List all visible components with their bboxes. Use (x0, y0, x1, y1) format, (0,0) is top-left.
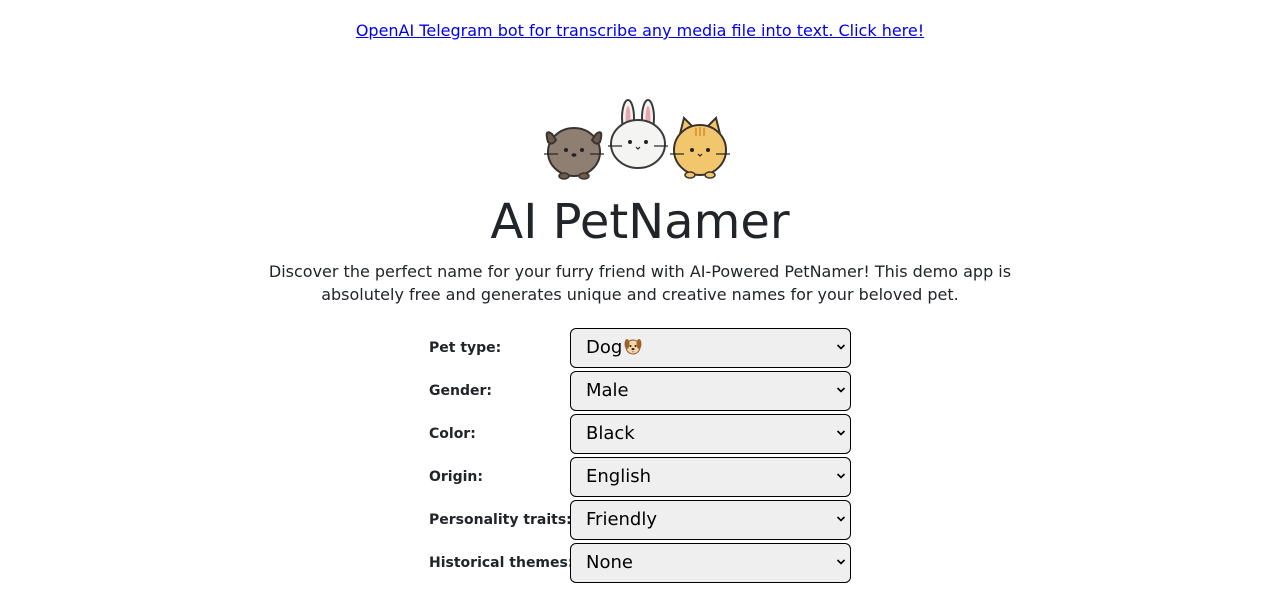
page-description: Discover the perfect name for your furry… (268, 262, 1012, 304)
origin-value: English (586, 466, 651, 487)
historical-label: Historical themes: (429, 555, 574, 571)
historical-select[interactable]: None (570, 543, 851, 583)
origin-row: Origin: English (429, 457, 859, 497)
color-select[interactable]: Black (570, 414, 851, 454)
cat-icon (670, 116, 730, 179)
color-row: Color: Black (429, 414, 859, 454)
personality-select[interactable]: Friendly (570, 500, 851, 540)
color-value: Black (586, 423, 635, 444)
personality-row: Personality traits: Friendly (429, 500, 859, 540)
gender-label: Gender: (429, 383, 492, 399)
telegram-bot-link[interactable]: OpenAI Telegram bot for transcribe any m… (356, 21, 924, 40)
pet-type-label: Pet type: (429, 340, 502, 356)
chevron-down-icon (836, 344, 846, 350)
chevron-down-icon (836, 559, 846, 565)
pet-type-select[interactable]: Dog (570, 328, 851, 368)
historical-value: None (586, 552, 633, 573)
origin-select[interactable]: English (570, 457, 851, 497)
pet-type-value: Dog (586, 337, 623, 358)
page: OpenAI Telegram bot for transcribe any m… (0, 0, 1280, 600)
historical-row: Historical themes: None (429, 543, 859, 583)
gender-row: Gender: Male (429, 371, 859, 411)
chevron-down-icon (836, 387, 846, 393)
pet-type-row: Pet type: Dog (429, 328, 859, 368)
personality-label: Personality traits: (429, 512, 572, 528)
bunny-icon (608, 99, 668, 169)
color-label: Color: (429, 426, 476, 442)
chevron-down-icon (836, 473, 846, 479)
origin-label: Origin: (429, 469, 483, 485)
personality-value: Friendly (586, 509, 658, 530)
promo-banner: OpenAI Telegram bot for transcribe any m… (0, 20, 1280, 42)
gender-select[interactable]: Male (570, 371, 851, 411)
chevron-down-icon (836, 430, 846, 436)
chevron-down-icon (836, 516, 846, 522)
gender-value: Male (586, 380, 629, 401)
page-title: AI PetNamer (490, 194, 790, 250)
pet-name-form: Pet type: Dog Gender: Male Color: Black … (429, 328, 859, 586)
puppy-icon (544, 127, 604, 180)
dog-emoji-icon (624, 339, 642, 355)
pets-illustration (544, 99, 730, 180)
